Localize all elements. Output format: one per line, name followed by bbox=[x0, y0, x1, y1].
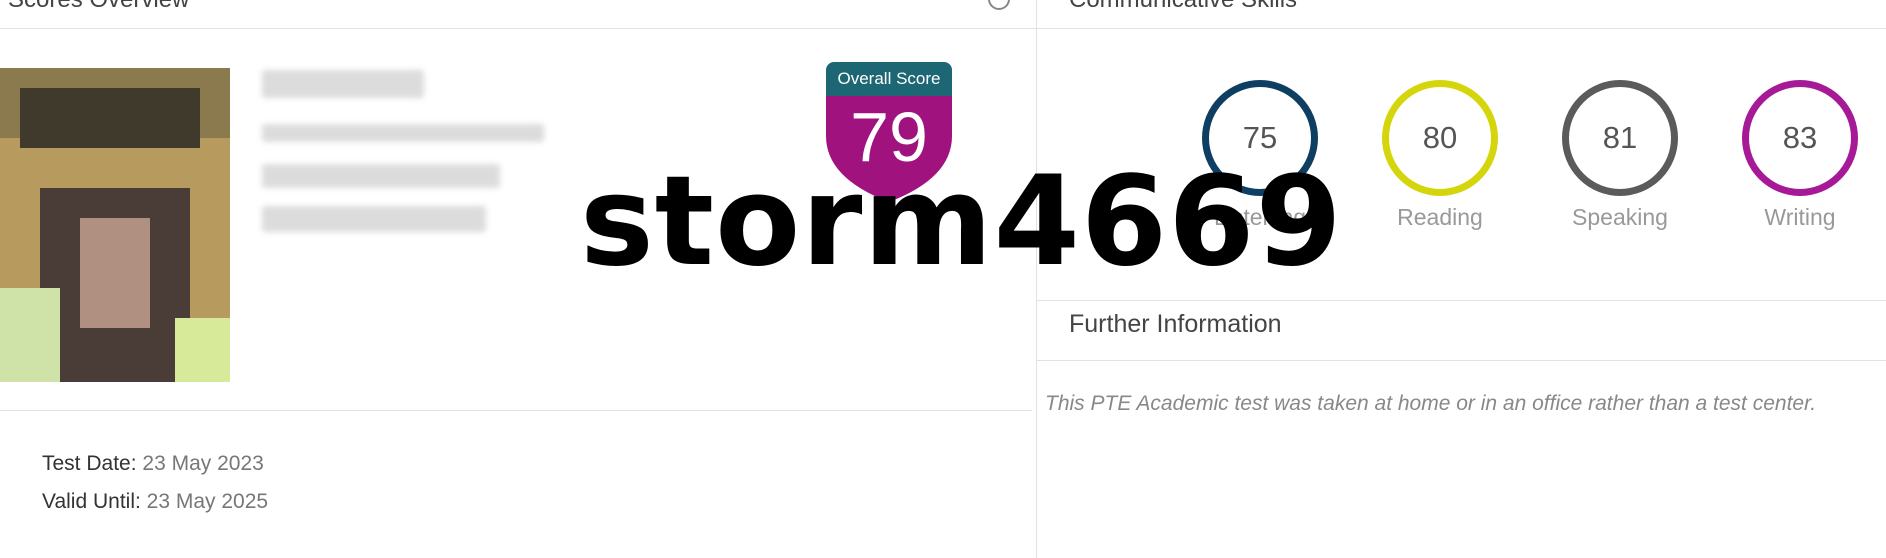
valid-until-value: 23 May 2025 bbox=[146, 490, 269, 513]
test-date-value: 23 May 2023 bbox=[142, 452, 264, 475]
skill-label: Writing bbox=[1764, 204, 1836, 230]
test-date-label: Test Date: bbox=[42, 452, 137, 475]
divider bbox=[0, 410, 1032, 411]
score-ring: 83 bbox=[1742, 80, 1858, 196]
divider bbox=[0, 28, 1036, 29]
candidate-detail-redacted bbox=[262, 124, 544, 142]
watermark-text: storm4669 bbox=[580, 150, 1343, 294]
overall-score-label: Overall Score bbox=[826, 62, 952, 96]
divider bbox=[1037, 300, 1886, 301]
skill-label: Speaking bbox=[1572, 204, 1668, 230]
candidate-detail-redacted bbox=[262, 206, 486, 232]
score-ring: 80 bbox=[1382, 80, 1498, 196]
divider bbox=[1037, 28, 1886, 29]
divider bbox=[1037, 360, 1886, 361]
skill-speaking: 81 Speaking bbox=[1550, 80, 1690, 231]
scores-overview-title: Scores Overview bbox=[8, 0, 189, 14]
valid-until-label: Valid Until: bbox=[42, 490, 141, 513]
info-icon[interactable] bbox=[988, 0, 1010, 10]
skill-writing: 83 Writing bbox=[1730, 80, 1870, 231]
skill-label: Reading bbox=[1397, 204, 1483, 230]
candidate-name-redacted bbox=[262, 70, 424, 98]
test-date: Test Date: 23 May 2023 bbox=[42, 452, 264, 476]
communicative-skills-title: Communicative Skills bbox=[1069, 0, 1297, 14]
valid-until: Valid Until: 23 May 2025 bbox=[42, 490, 268, 514]
score-ring: 81 bbox=[1562, 80, 1678, 196]
candidate-detail-redacted bbox=[262, 164, 500, 188]
skill-reading: 80 Reading bbox=[1370, 80, 1510, 231]
further-information-title: Further Information bbox=[1069, 310, 1282, 338]
further-information-note: This PTE Academic test was taken at home… bbox=[1045, 392, 1817, 415]
candidate-photo bbox=[0, 68, 230, 382]
